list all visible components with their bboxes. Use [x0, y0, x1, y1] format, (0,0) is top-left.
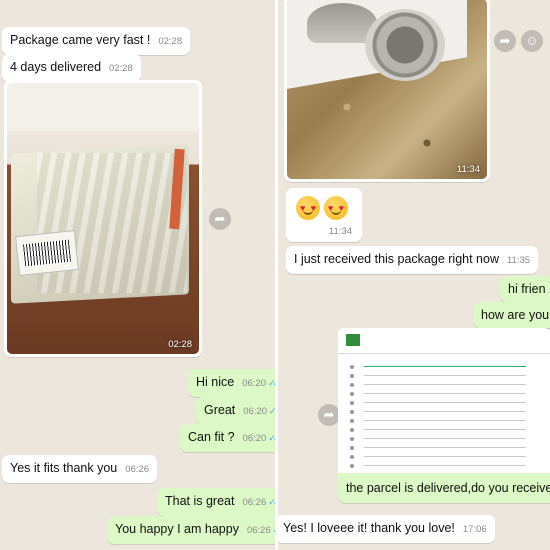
message-text: the parcel is delivered,do you receive?: [346, 481, 550, 495]
message-time: 06:26: [125, 464, 150, 475]
photo-time: 11:34: [456, 164, 480, 175]
message-bubble[interactable]: 4 days delivered 02:28: [2, 54, 141, 82]
double-check-icon: ✓✓: [268, 433, 275, 443]
message-time: 17:06: [462, 524, 487, 535]
message-bubble[interactable]: You happy I am happy06:26✓✓: [107, 516, 275, 544]
message-time: 06:20: [242, 378, 266, 389]
message-bubble[interactable]: Yes! I loveee it! thank you love! 17:06: [278, 515, 495, 543]
double-check-icon: ✓✓: [268, 378, 275, 388]
message-bubble[interactable]: Great06:20✓✓: [196, 397, 275, 425]
emoji-react-icon[interactable]: ☺: [521, 30, 543, 52]
message-text: hi frien: [508, 282, 546, 296]
message-text: Package came very fast !: [10, 33, 151, 47]
message-text: That is great: [165, 494, 235, 508]
left-chat-panel: Package came very fast ! 02:28 4 days del…: [0, 0, 275, 550]
message-bubble[interactable]: the parcel is delivered,do you receive?: [338, 473, 550, 503]
message-text: You happy I am happy: [115, 522, 239, 536]
message-bubble[interactable]: Can fit ? 06:20✓✓: [180, 424, 275, 452]
message-bubble[interactable]: how are you: [473, 302, 550, 328]
message-time: 06:26: [242, 497, 267, 508]
message-time: 02:28: [109, 63, 133, 74]
ear-cushion: [365, 9, 445, 81]
message-bubble[interactable]: I just received this package right now 11…: [286, 246, 539, 274]
message-text: how are you: [481, 308, 550, 322]
message-text: Yes! I loveee it! thank you love!: [283, 521, 455, 535]
photo-time: 02:28: [168, 339, 192, 350]
message-time: 11:34: [328, 226, 352, 237]
package-photo: 02:28: [7, 83, 199, 354]
message-text: Great: [204, 403, 236, 417]
forward-icon[interactable]: ➦: [494, 30, 516, 52]
message-time: 06:20: [242, 433, 267, 444]
message-text: Hi nice: [196, 375, 235, 389]
package-photo-message[interactable]: 02:28: [4, 80, 202, 357]
headphones-photo-message[interactable]: 11:34: [284, 0, 490, 182]
emoji-message[interactable]: 11:34: [286, 188, 362, 242]
message-text: Yes it fits thank you: [10, 461, 118, 475]
message-time: 02:28: [158, 36, 183, 47]
carrier-logo: [346, 334, 360, 346]
message-text: Can fit ?: [188, 430, 235, 444]
right-chat-panel: 11:34 ➦ ☺ 11:34 I just received this pac…: [278, 0, 550, 550]
tracking-screenshot[interactable]: [338, 328, 550, 473]
message-text: I just received this package right now: [294, 252, 499, 266]
headphones-photo: 11:34: [287, 0, 487, 179]
message-bubble[interactable]: Yes it fits thank you 06:26: [2, 455, 158, 483]
message-bubble[interactable]: Hi nice 06:20✓✓: [188, 369, 275, 397]
forward-icon[interactable]: ➦: [318, 404, 340, 426]
double-check-icon: ✓✓: [268, 497, 275, 507]
message-bubble[interactable]: Package came very fast ! 02:28: [2, 27, 191, 55]
message-text: 4 days delivered: [10, 60, 102, 74]
message-time: 06:26: [246, 525, 271, 536]
message-time: 11:35: [506, 255, 531, 266]
heart-eyes-emoji-icon: [296, 196, 320, 220]
heart-eyes-emoji-icon: [324, 196, 348, 220]
forward-icon[interactable]: ➦: [209, 208, 231, 230]
message-time: 06:20: [243, 406, 268, 417]
message-bubble[interactable]: That is great 06:26✓✓: [157, 488, 275, 516]
shipping-label: [15, 229, 79, 277]
message-bubble[interactable]: hi frien: [500, 276, 550, 302]
